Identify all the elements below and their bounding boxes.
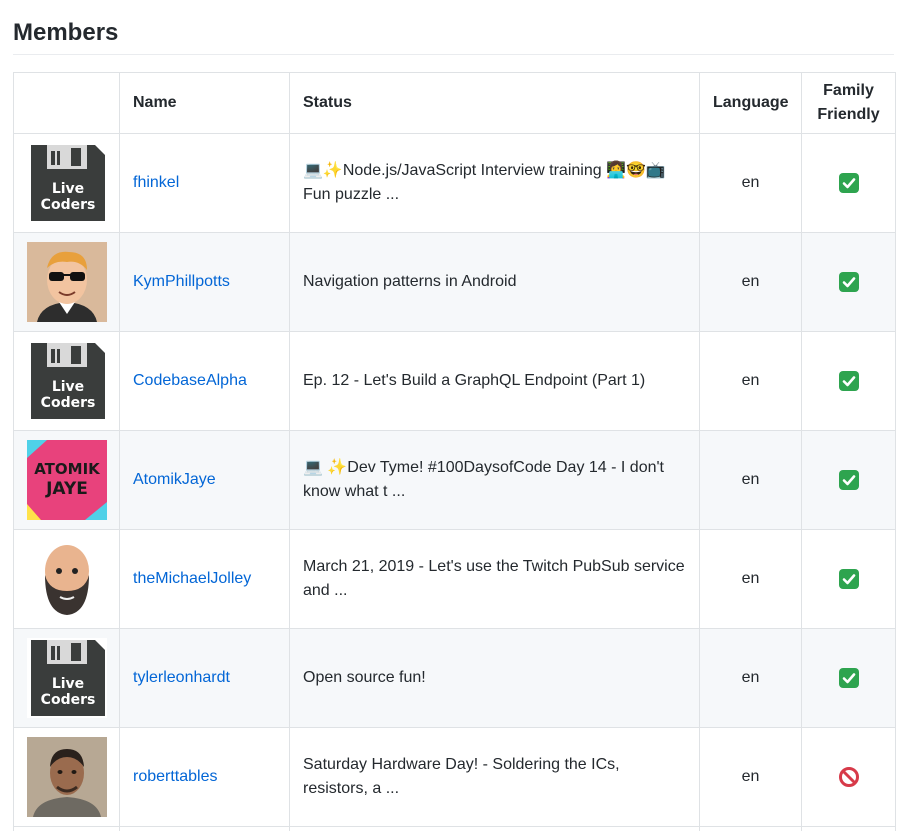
table-row: LiveCoders tylerleonhardt Open source fun!… <box>14 629 896 728</box>
table-row: LiveCoders CodebaseAlpha Ep. 12 - Let's Bu… <box>14 332 896 431</box>
column-header-name: Name <box>120 73 290 134</box>
member-name-link[interactable]: theMichaelJolley <box>133 570 251 587</box>
floppy-text-1: Live <box>51 181 83 197</box>
floppy-text-2: Coders <box>40 692 95 708</box>
member-status: March 21, 2019 - Let's use the Twitch Pu… <box>290 530 700 629</box>
family-friendly-cell <box>802 728 896 827</box>
member-name-cell: AtomikJaye <box>120 431 290 530</box>
family-friendly-cell <box>802 134 896 233</box>
floppy-text-1: Live <box>51 676 83 692</box>
check-mark-icon <box>838 273 860 290</box>
avatar[interactable] <box>14 233 120 332</box>
column-header-language: Language <box>700 73 802 134</box>
family-friendly-cell <box>802 431 896 530</box>
photo-man-avatar-icon <box>27 737 107 817</box>
page-title: Members <box>13 18 894 55</box>
column-header-family-friendly: Family Friendly <box>802 73 896 134</box>
member-name-link[interactable]: AtomikJaye <box>133 471 216 488</box>
member-name-link[interactable]: fhinkel <box>133 174 179 191</box>
avatar[interactable]: LiveCoders <box>14 629 120 728</box>
member-status: Navigation patterns in Android <box>290 233 700 332</box>
prohibited-icon <box>838 768 860 785</box>
cartoon-sunglasses-avatar-icon <box>27 242 107 322</box>
member-language: en <box>700 629 802 728</box>
check-mark-icon <box>838 570 860 587</box>
member-language: en <box>700 134 802 233</box>
floppy-text-2: Coders <box>40 395 95 411</box>
avatar[interactable] <box>14 728 120 827</box>
floppy-text-2: Coders <box>40 197 95 213</box>
member-status: Saturday Hardware Day! - Soldering the I… <box>290 728 700 827</box>
member-name-cell: tylerleonhardt <box>120 629 290 728</box>
member-name-link[interactable]: CodebaseAlpha <box>133 372 247 389</box>
table-row: theMichaelJolley March 21, 2019 - Let's u… <box>14 530 896 629</box>
table-row: LiveCoders fhinkel 💻✨Node.js/JavaScript In… <box>14 134 896 233</box>
family-friendly-cell <box>802 629 896 728</box>
column-header-status: Status <box>290 73 700 134</box>
family-friendly-cell <box>802 530 896 629</box>
table-header-row: Name Status Language Family Friendly <box>14 73 896 134</box>
member-name-link[interactable]: roberttables <box>133 768 218 785</box>
member-name-cell: theMichaelJolley <box>120 530 290 629</box>
live-coders-floppy-avatar-icon: LiveCoders <box>27 341 107 421</box>
member-language: en <box>700 728 802 827</box>
member-language: en <box>700 431 802 530</box>
atomik-jaye-avatar-icon: ATOMIKJAYE <box>27 440 107 520</box>
member-name-cell: fhinkel <box>120 134 290 233</box>
check-mark-icon <box>838 372 860 389</box>
table-row: roberttables Saturday Hardware Day! - Sol… <box>14 728 896 827</box>
member-language: en <box>700 530 802 629</box>
member-status: Open source fun! <box>290 629 700 728</box>
avatar[interactable]: LiveCoders <box>14 134 120 233</box>
member-status: 💻 ✨Dev Tyme! #100DaysofCode Day 14 - I d… <box>290 431 700 530</box>
table-row: KymPhillpotts Navigation patterns in Andr… <box>14 233 896 332</box>
member-name-cell: roberttables <box>120 728 290 827</box>
member-status: 💻✨Node.js/JavaScript Interview training … <box>290 134 700 233</box>
check-mark-icon <box>838 174 860 191</box>
column-header-avatar <box>14 73 120 134</box>
avatar[interactable] <box>14 530 120 629</box>
atomik-text-1: ATOMIK <box>34 460 101 478</box>
avatar[interactable]: ATOMIKJAYE <box>14 431 120 530</box>
member-name-link[interactable]: KymPhillpotts <box>133 273 230 290</box>
cartoon-bearded-man-avatar-icon <box>27 539 107 619</box>
member-language: en <box>700 233 802 332</box>
member-status: Ep. 12 - Let's Build a GraphQL Endpoint … <box>290 332 700 431</box>
members-table: Name Status Language Family Friendly Liv… <box>13 72 896 831</box>
table-row: ATOMIKJAYE AtomikJaye 💻 ✨Dev Tyme! #100Day… <box>14 431 896 530</box>
live-coders-floppy-avatar-icon: LiveCoders <box>27 143 107 223</box>
family-friendly-cell <box>802 233 896 332</box>
check-mark-icon <box>838 669 860 686</box>
check-mark-icon <box>838 471 860 488</box>
member-language: en <box>700 332 802 431</box>
avatar[interactable]: LiveCoders <box>14 332 120 431</box>
floppy-text-1: Live <box>51 379 83 395</box>
live-coders-floppy-avatar-icon: LiveCoders <box>27 638 107 718</box>
member-name-cell: CodebaseAlpha <box>120 332 290 431</box>
member-name-cell: KymPhillpotts <box>120 233 290 332</box>
member-name-link[interactable]: tylerleonhardt <box>133 669 230 686</box>
family-friendly-cell <box>802 332 896 431</box>
atomik-text-2: JAYE <box>45 479 88 499</box>
